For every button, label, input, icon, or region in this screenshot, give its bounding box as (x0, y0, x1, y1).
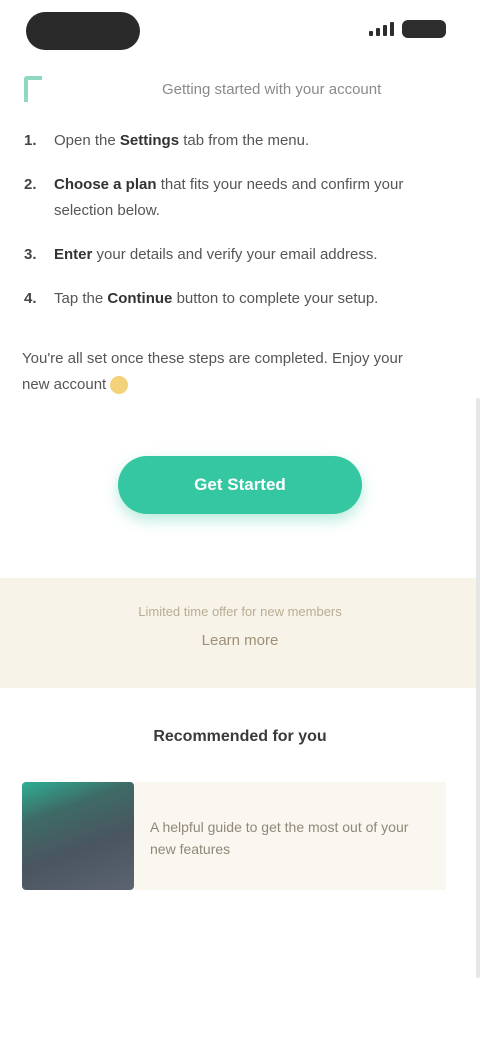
signal-icon (369, 22, 394, 36)
step-number: 4. (24, 290, 37, 307)
battery-icon (402, 20, 446, 38)
header-row: Getting started with your account (24, 74, 456, 104)
step-text: Open the Settings tab from the menu. (54, 132, 310, 149)
status-bar (0, 0, 480, 58)
sparkle-icon (110, 376, 129, 395)
dynamic-island (26, 12, 140, 50)
promo-headline: Limited time offer for new members (138, 604, 342, 619)
promo-banner[interactable]: Limited time offer for new members Learn… (0, 578, 480, 688)
card-thumbnail (22, 782, 134, 890)
header-title: Getting started with your account (162, 80, 382, 98)
steps-list: 1. Open the Settings tab from the menu. … (24, 128, 458, 330)
brand-mark-icon (24, 76, 42, 102)
step-item: 1. Open the Settings tab from the menu. (24, 128, 458, 154)
scrollbar[interactable] (476, 398, 480, 978)
step-number: 3. (24, 246, 37, 263)
note-text: You're all set once these steps are comp… (22, 350, 403, 395)
promo-link[interactable]: Learn more (0, 632, 480, 649)
section-title: Recommended for you (153, 728, 327, 745)
step-item: 4. Tap the Continue button to complete y… (24, 286, 458, 312)
get-started-button[interactable]: Get Started (118, 456, 362, 514)
step-item: 3. Enter your details and verify your em… (24, 242, 458, 268)
step-number: 1. (24, 132, 37, 149)
step-text: Choose a plan that fits your needs and c… (54, 176, 404, 219)
recommendation-card[interactable]: A helpful guide to get the most out of y… (22, 782, 446, 890)
card-body: A helpful guide to get the most out of y… (134, 782, 446, 890)
step-item: 2. Choose a plan that fits your needs an… (24, 172, 458, 224)
step-number: 2. (24, 176, 37, 193)
status-icons (369, 20, 446, 38)
step-text: Tap the Continue button to complete your… (54, 290, 379, 307)
step-text: Enter your details and verify your email… (54, 246, 378, 263)
